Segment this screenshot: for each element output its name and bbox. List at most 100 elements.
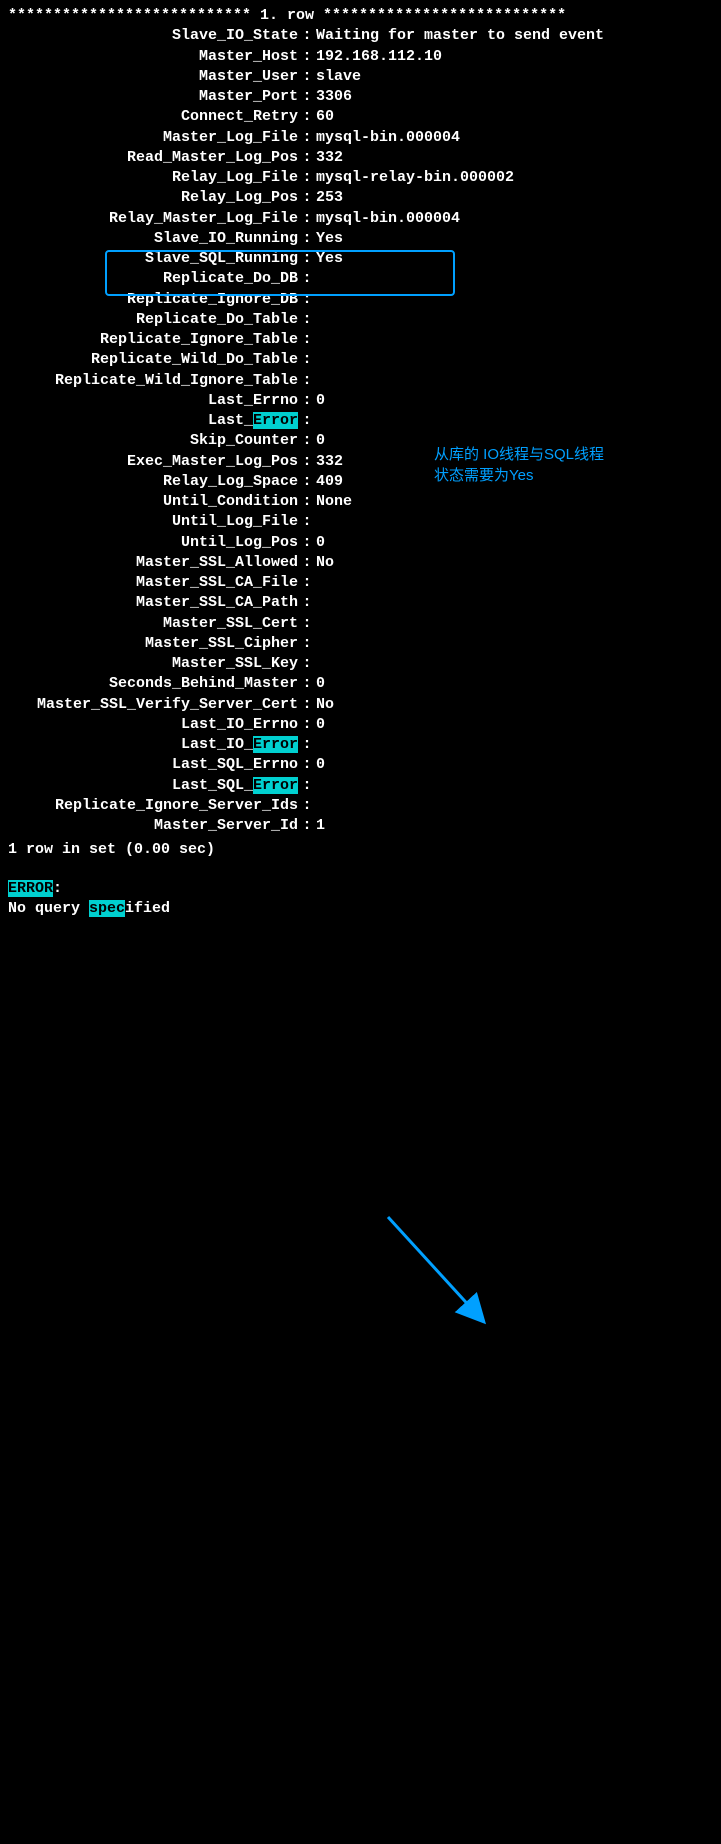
colon: :	[298, 614, 316, 634]
status-row: Last_SQL_Errno:0	[8, 755, 713, 775]
status-value: mysql-bin.000004	[316, 209, 713, 229]
colon: :	[298, 634, 316, 654]
status-row: Master_Log_File:mysql-bin.000004	[8, 128, 713, 148]
status-label: Last_SQL_Errno	[8, 755, 298, 775]
status-row: Last_SQL_Error:	[8, 776, 713, 796]
status-label: Relay_Master_Log_File	[8, 209, 298, 229]
status-value	[316, 776, 713, 796]
colon: :	[298, 209, 316, 229]
status-value	[316, 593, 713, 613]
error-line: ERROR:	[8, 879, 713, 899]
colon: :	[298, 533, 316, 553]
status-label: Replicate_Ignore_Table	[8, 330, 298, 350]
status-value	[316, 796, 713, 816]
colon: :	[298, 715, 316, 735]
status-label: Replicate_Do_Table	[8, 310, 298, 330]
colon: :	[298, 512, 316, 532]
status-label: Master_SSL_Allowed	[8, 553, 298, 573]
colon: :	[298, 188, 316, 208]
status-label: Last_IO_Error	[8, 735, 298, 755]
status-label: Master_User	[8, 67, 298, 87]
status-row: Last_Error:	[8, 411, 713, 431]
colon: :	[298, 695, 316, 715]
status-label: Master_Log_File	[8, 128, 298, 148]
status-label: Exec_Master_Log_Pos	[8, 452, 298, 472]
colon: :	[298, 168, 316, 188]
status-value: None	[316, 492, 713, 512]
colon: :	[298, 330, 316, 350]
status-value	[316, 371, 713, 391]
no-query-line: No query specified	[8, 899, 713, 919]
slave-status-output: *************************** 1. row *****…	[8, 6, 713, 919]
colon: :	[298, 350, 316, 370]
status-value	[316, 310, 713, 330]
status-label: Last_Error	[8, 411, 298, 431]
annotation-text: 从库的 IO线程与SQL线程 状态需要为Yes	[434, 444, 604, 486]
status-row: Last_IO_Error:	[8, 735, 713, 755]
status-value	[316, 290, 713, 310]
status-value	[316, 411, 713, 431]
status-row: Exec_Master_Log_Pos:332	[8, 452, 713, 472]
status-value: 0	[316, 391, 713, 411]
status-value: No	[316, 695, 713, 715]
status-label: Relay_Log_Space	[8, 472, 298, 492]
row-separator: *************************** 1. row *****…	[8, 6, 566, 26]
status-value: 0	[316, 715, 713, 735]
colon: :	[298, 755, 316, 775]
colon: :	[298, 249, 316, 269]
status-label: Master_SSL_Verify_Server_Cert	[8, 695, 298, 715]
status-label: Master_SSL_Cert	[8, 614, 298, 634]
status-value	[316, 573, 713, 593]
status-row: Slave_IO_State:Waiting for master to sen…	[8, 26, 713, 46]
status-value: 1	[316, 816, 713, 836]
no-query-post: ified	[125, 900, 170, 917]
status-value	[316, 512, 713, 532]
status-label: Slave_IO_Running	[8, 229, 298, 249]
colon: :	[298, 573, 316, 593]
status-label: Until_Log_File	[8, 512, 298, 532]
colon: :	[298, 654, 316, 674]
annotation-line2: 状态需要为Yes	[434, 465, 604, 486]
status-value	[316, 330, 713, 350]
colon: :	[298, 452, 316, 472]
status-value: 60	[316, 107, 713, 127]
status-label: Master_SSL_CA_Path	[8, 593, 298, 613]
colon: :	[298, 796, 316, 816]
status-row: Last_IO_Errno:0	[8, 715, 713, 735]
status-row: Master_Port:3306	[8, 87, 713, 107]
status-row: Relay_Log_Space:409	[8, 472, 713, 492]
colon: :	[298, 371, 316, 391]
status-row: Seconds_Behind_Master:0	[8, 674, 713, 694]
status-value: mysql-bin.000004	[316, 128, 713, 148]
status-label: Until_Condition	[8, 492, 298, 512]
colon: :	[298, 593, 316, 613]
status-row: Until_Condition:None	[8, 492, 713, 512]
colon: :	[298, 290, 316, 310]
status-label: Master_Port	[8, 87, 298, 107]
colon: :	[298, 107, 316, 127]
status-row: Master_SSL_Allowed:No	[8, 553, 713, 573]
colon: :	[298, 26, 316, 46]
status-row: Master_Server_Id:1	[8, 816, 713, 836]
status-value	[316, 269, 713, 289]
status-row: Master_SSL_Cipher:	[8, 634, 713, 654]
status-value: 0	[316, 533, 713, 553]
status-value	[316, 735, 713, 755]
colon: :	[298, 735, 316, 755]
status-row: Master_SSL_Verify_Server_Cert:No	[8, 695, 713, 715]
status-label: Master_SSL_CA_File	[8, 573, 298, 593]
colon: :	[298, 391, 316, 411]
status-row: Connect_Retry:60	[8, 107, 713, 127]
colon: :	[298, 816, 316, 836]
colon: :	[298, 310, 316, 330]
status-label: Replicate_Wild_Ignore_Table	[8, 371, 298, 391]
colon: :	[298, 47, 316, 67]
status-row: Master_SSL_CA_File:	[8, 573, 713, 593]
status-label: Master_Host	[8, 47, 298, 67]
status-value	[316, 634, 713, 654]
status-value: Yes	[316, 249, 713, 269]
colon: :	[298, 269, 316, 289]
status-label: Last_IO_Errno	[8, 715, 298, 735]
status-row: Relay_Log_Pos:253	[8, 188, 713, 208]
status-row: Master_SSL_Key:	[8, 654, 713, 674]
